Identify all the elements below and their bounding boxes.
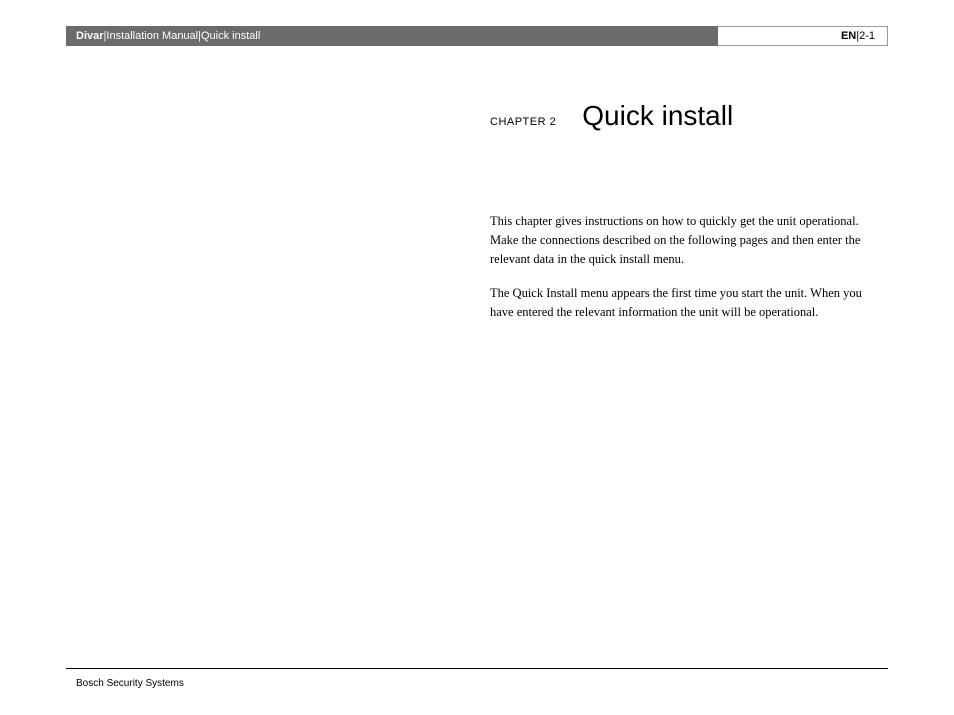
footer-rule <box>66 668 888 669</box>
language-code: EN <box>841 30 856 42</box>
chapter-label: CHAPTER 2 <box>490 116 556 128</box>
body-paragraph: The Quick Install menu appears the first… <box>490 284 884 322</box>
footer-company: Bosch Security Systems <box>76 678 184 689</box>
main-content: CHAPTER 2 Quick install This chapter giv… <box>490 100 884 338</box>
product-name: Divar <box>76 30 104 42</box>
body-paragraph: This chapter gives instructions on how t… <box>490 212 884 268</box>
header-breadcrumb: Divar | Installation Manual | Quick inst… <box>66 26 718 46</box>
page-number: 2-1 <box>859 30 875 42</box>
header-page-info: EN | 2-1 <box>718 26 888 46</box>
section-name: Quick install <box>201 30 260 42</box>
doc-type: Installation Manual <box>106 30 198 42</box>
chapter-heading: CHAPTER 2 Quick install <box>490 100 884 132</box>
page-header: Divar | Installation Manual | Quick inst… <box>66 26 888 46</box>
chapter-title: Quick install <box>582 100 733 132</box>
